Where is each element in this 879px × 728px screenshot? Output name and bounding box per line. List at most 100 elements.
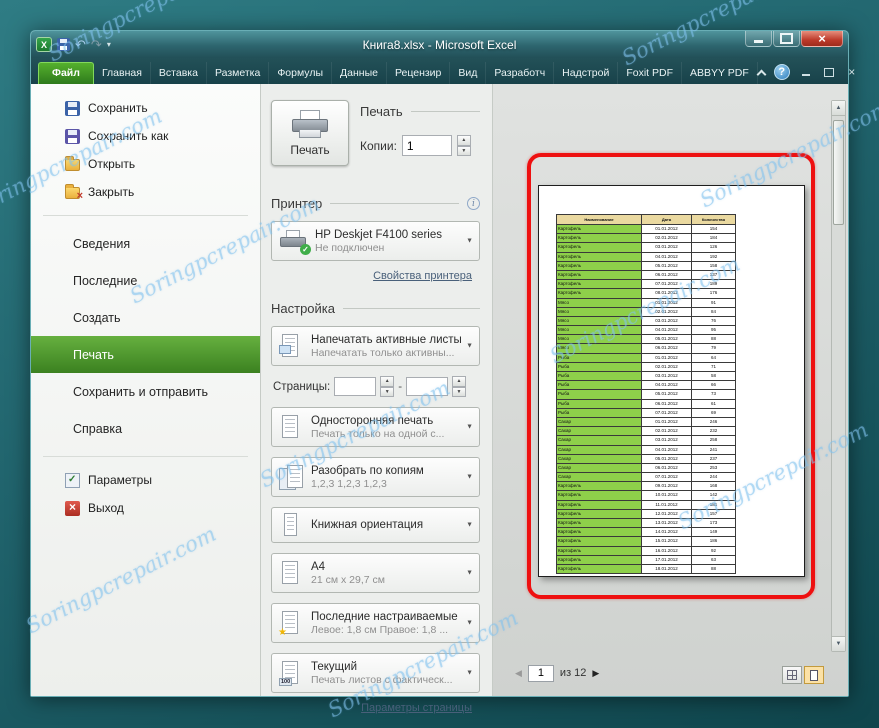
- ribbon-tab[interactable]: Рецензир: [387, 62, 451, 84]
- minimize-ribbon-icon[interactable]: [756, 69, 767, 79]
- setting-dropdown[interactable]: Разобрать по копиям 1,2,3 1,2,3 1,2,3 ▼: [271, 457, 480, 497]
- table-row: Мясо 03.01.2012 76: [557, 316, 736, 327]
- scroll-down-icon[interactable]: ▼: [832, 636, 845, 651]
- save-icon[interactable]: [57, 38, 70, 51]
- qat-menu-caret-icon[interactable]: ▾: [107, 40, 111, 49]
- table-row: Картофель 11.01.2012 181: [557, 500, 736, 510]
- printer-info-icon[interactable]: i: [467, 197, 480, 210]
- command-label: Открыть: [88, 157, 136, 171]
- table-row: Сахар 01.01.2012 246: [557, 417, 736, 428]
- sidebar-nav-item[interactable]: Сохранить и отправить: [31, 373, 260, 410]
- printer-section-title: Принтер: [271, 196, 323, 211]
- workbook-close-icon[interactable]: [845, 66, 859, 78]
- ribbon-tab[interactable]: Вставка: [151, 62, 207, 84]
- ribbon-tab[interactable]: Разметка: [207, 62, 270, 84]
- setting-icon: [278, 609, 304, 638]
- settings-list: Односторонняя печать Печать только на од…: [271, 397, 480, 693]
- help-icon[interactable]: ?: [773, 64, 790, 80]
- ribbon-tab[interactable]: Главная: [94, 62, 151, 84]
- ribbon-tab[interactable]: Разработч: [486, 62, 555, 84]
- next-page-button[interactable]: ▶: [592, 668, 599, 679]
- show-margins-button[interactable]: [782, 666, 802, 684]
- setting-dropdown[interactable]: A4 21 см x 29,7 см ▼: [271, 553, 480, 593]
- setting-dropdown[interactable]: Напечатать активные листы Напечатать тол…: [271, 326, 480, 366]
- ribbon-tab[interactable]: Вид: [450, 62, 487, 84]
- setting-dropdown[interactable]: Односторонняя печать Печать только на од…: [271, 407, 480, 447]
- sidebar-command[interactable]: Сохранить как: [31, 122, 260, 150]
- excel-app-icon[interactable]: [36, 37, 52, 52]
- ribbon-tab[interactable]: Надстрой: [554, 62, 619, 84]
- ribbon-tab[interactable]: Данные: [332, 62, 387, 84]
- sidebar-nav-item[interactable]: Последние: [31, 262, 260, 299]
- printer-properties-link[interactable]: Свойства принтера: [367, 269, 478, 283]
- pages-to-input[interactable]: [406, 377, 449, 396]
- setting-title: Книжная ориентация: [311, 519, 424, 531]
- sidebar-nav-item[interactable]: Создать: [31, 299, 260, 336]
- zoom-to-page-button[interactable]: [804, 666, 824, 684]
- title-bar[interactable]: ↶ ↷ ▾ Книга8.xlsx - Microsoft Excel: [31, 31, 848, 58]
- current-page-input[interactable]: [527, 664, 554, 682]
- table-row: Картофель 17.01.2012 63: [557, 555, 736, 565]
- scroll-up-icon[interactable]: ▲: [832, 101, 845, 116]
- command-label: Выход: [88, 501, 124, 515]
- ribbon-tab[interactable]: Формулы: [269, 62, 333, 84]
- print-preview-page[interactable]: Наименование Дата Количество Картофель 01.0…: [538, 185, 805, 577]
- sidebar-nav-item[interactable]: Сведения: [31, 225, 260, 262]
- ribbon-tab[interactable]: Foxit PDF: [618, 62, 682, 84]
- settings-section-title: Настройка: [271, 301, 335, 316]
- sidebar-nav-item[interactable]: Справка: [31, 410, 260, 447]
- sidebar-command[interactable]: Выход: [31, 494, 260, 522]
- page-navigation: ◀ из 12 ▶: [493, 662, 599, 684]
- pages-from-input[interactable]: [334, 377, 377, 396]
- workbook-restore-icon[interactable]: [822, 66, 836, 78]
- ribbon-tab[interactable]: Файл: [38, 62, 94, 84]
- pages-to-spinner[interactable]: ▲ ▼: [452, 376, 467, 397]
- nav-item-label: Справка: [73, 421, 123, 436]
- sidebar-nav-item[interactable]: Печать: [31, 336, 260, 373]
- sidebar-command[interactable]: Закрыть: [31, 178, 260, 206]
- page-setup-link[interactable]: Параметры страницы: [355, 701, 478, 715]
- print-button[interactable]: Печать: [271, 100, 349, 166]
- table-row: Сахар 07.01.2012 244: [557, 473, 736, 483]
- pages-from-spinner[interactable]: ▲ ▼: [380, 376, 395, 397]
- scrollbar-thumb[interactable]: [833, 120, 844, 225]
- ribbon-right-icons: ?: [756, 64, 868, 84]
- workbook-minimize-icon[interactable]: [799, 66, 813, 78]
- table-row: Картофель 02.01.2012 184: [557, 234, 736, 244]
- nav-item-label: Последние: [73, 273, 138, 288]
- setting-dropdown[interactable]: Книжная ориентация ▼: [271, 507, 480, 543]
- command-icon: [65, 100, 80, 116]
- copies-input[interactable]: [401, 135, 452, 156]
- sidebar-navigation: Сведения Последние Создать Печать Сохран…: [31, 225, 260, 447]
- table-row: Рыба 04.01.2012 66: [557, 381, 736, 391]
- dropdown-caret-icon: ▼: [466, 473, 473, 481]
- table-row: Картофель 03.01.2012 126: [557, 243, 736, 253]
- sidebar-command[interactable]: Сохранить: [31, 94, 260, 122]
- maximize-button[interactable]: [773, 31, 800, 47]
- preview-scrollbar[interactable]: ▲ ▼: [831, 100, 846, 652]
- minimize-button[interactable]: [745, 31, 772, 47]
- dropdown-caret-icon: ▼: [466, 237, 473, 245]
- ribbon-tab[interactable]: ABBYY PDF: [682, 62, 758, 84]
- table-row: Мясо 05.01.2012 88: [557, 335, 736, 345]
- table-row: Картофель 06.01.2012 137: [557, 270, 736, 281]
- setting-title: Односторонняя печать: [311, 414, 434, 427]
- setting-dropdown[interactable]: Текущий Печать листов с фактическ... ▼: [271, 653, 480, 693]
- redo-icon[interactable]: ↷: [91, 38, 102, 51]
- previous-page-button[interactable]: ◀: [515, 668, 522, 679]
- close-button[interactable]: [801, 31, 843, 47]
- undo-icon[interactable]: ↶: [75, 38, 86, 51]
- print-preview-pane: Наименование Дата Количество Картофель 01.0…: [493, 84, 848, 696]
- setting-icon: [278, 511, 304, 539]
- setting-subtitle: 21 см x 29,7 см: [311, 573, 385, 586]
- copies-spinner[interactable]: ▲ ▼: [456, 135, 471, 156]
- dropdown-caret-icon: ▼: [466, 521, 473, 529]
- sidebar-command[interactable]: Параметры: [31, 466, 260, 494]
- nav-item-label: Печать: [73, 347, 114, 362]
- printer-dropdown[interactable]: ✓ HP Deskjet F4100 series Не подключен ▼: [271, 221, 480, 261]
- dropdown-caret-icon: ▼: [466, 569, 473, 577]
- setting-dropdown[interactable]: Последние настраиваемые ... Левое: 1,8 с…: [271, 603, 480, 643]
- table-row: Картофель 14.01.2012 149: [557, 528, 736, 538]
- command-icon: [65, 472, 80, 488]
- sidebar-command[interactable]: Открыть: [31, 150, 260, 178]
